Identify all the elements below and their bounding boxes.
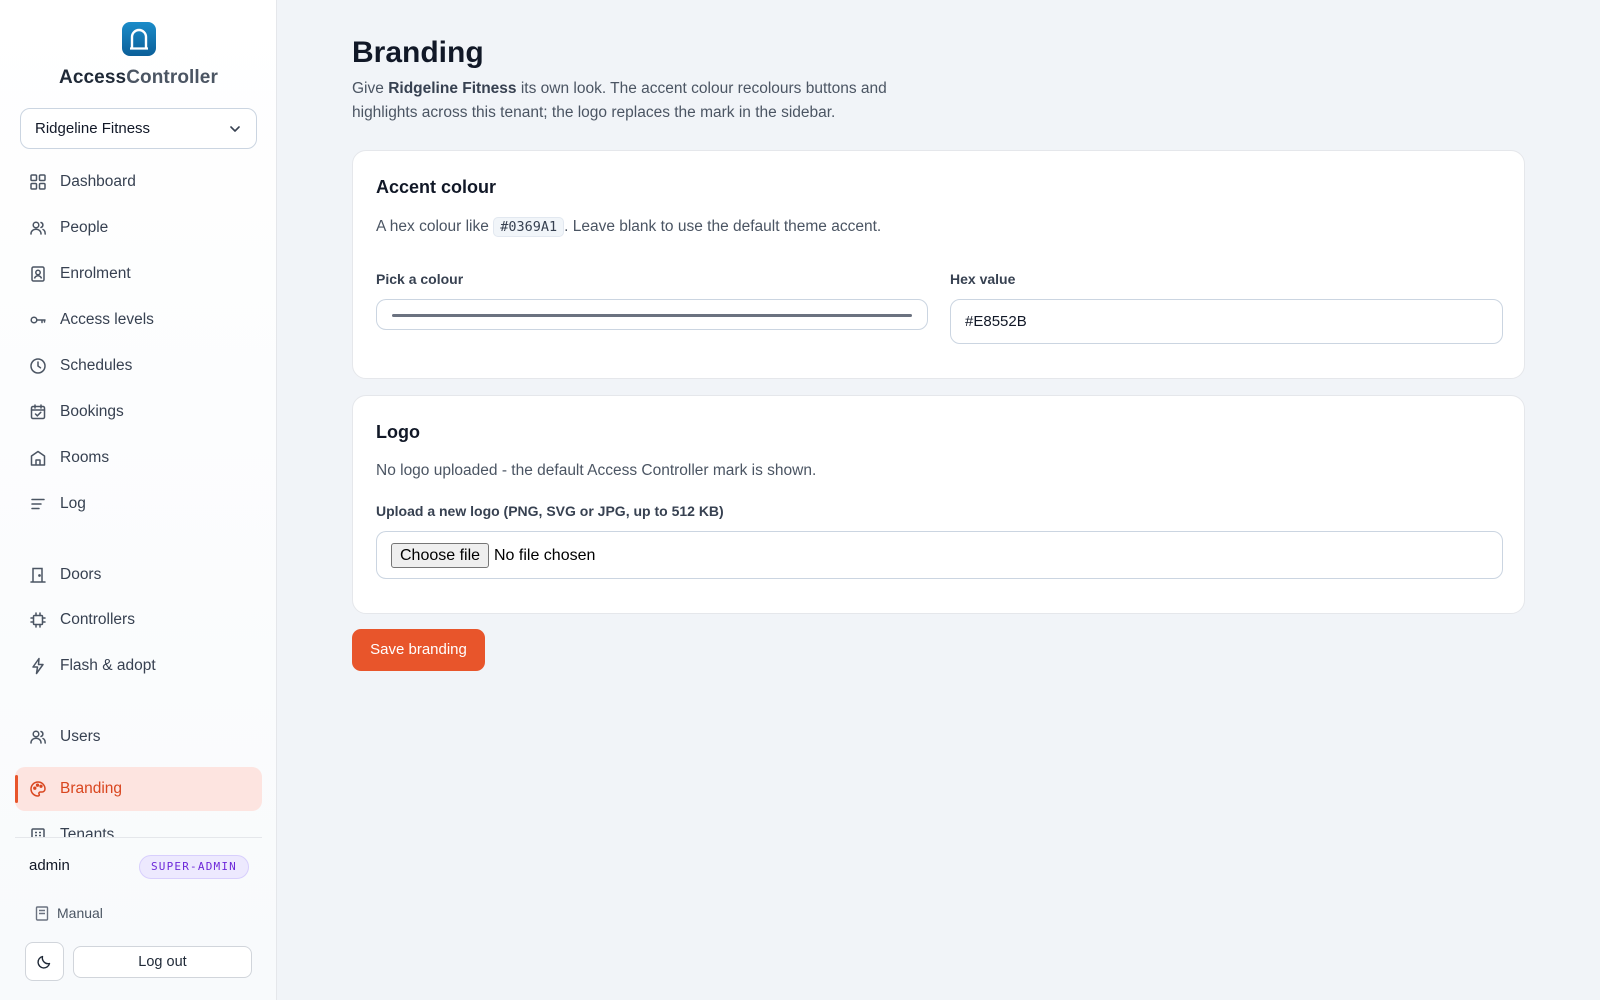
calendar-check-icon (30, 404, 46, 420)
sidebar-item-branding[interactable]: Branding (15, 767, 262, 811)
sidebar-item-schedules[interactable]: Schedules (15, 344, 262, 388)
manual-label: Manual (57, 905, 103, 921)
moon-icon (37, 955, 51, 969)
sidebar-item-label: Users (60, 728, 101, 745)
sidebar-item-label: Dashboard (60, 173, 136, 190)
page-desc-tenant: Ridgeline Fitness (388, 80, 517, 97)
accent-desc-prefix: A hex colour like (376, 218, 494, 235)
sidebar-item-users[interactable]: Users (15, 715, 262, 759)
sidebar-item-enrolment[interactable]: Enrolment (15, 252, 262, 296)
manual-link[interactable]: Manual (35, 905, 103, 921)
page-title: Branding (352, 36, 484, 69)
sidebar-item-label: Log (60, 495, 86, 512)
sidebar-item-label: Access levels (60, 311, 154, 328)
logo-card-description: No logo uploaded - the default Access Co… (376, 462, 817, 479)
sidebar-item-label: Branding (60, 780, 123, 797)
save-branding-button[interactable]: Save branding (352, 629, 485, 671)
book-icon (35, 905, 49, 921)
colour-swatch (392, 314, 912, 317)
hex-value-input[interactable] (950, 299, 1503, 344)
accent-card-description: A hex colour like #0369A1. Leave blank t… (376, 217, 881, 237)
pick-colour-label: Pick a colour (376, 271, 464, 287)
sidebar-item-label: Flash & adopt (60, 657, 156, 674)
colour-picker[interactable] (376, 299, 928, 330)
sidebar-item-label: Schedules (60, 357, 133, 374)
theme-toggle-button[interactable] (25, 942, 64, 981)
accent-colour-card: Accent colour A hex colour like #0369A1.… (352, 150, 1525, 379)
page-desc-prefix: Give (352, 80, 389, 97)
sidebar-item-label: People (60, 219, 109, 236)
hex-example-code: #0369A1 (493, 217, 565, 237)
accent-desc-suffix: . Leave blank to use the default theme a… (564, 218, 882, 235)
sidebar-item-doors[interactable]: Doors (15, 553, 262, 597)
upload-logo-label: Upload a new logo (PNG, SVG or JPG, up t… (376, 503, 724, 519)
sidebar-item-flash-adopt[interactable]: Flash & adopt (15, 644, 262, 688)
logo-card-title: Logo (376, 422, 420, 442)
sidebar-item-access-levels[interactable]: Access levels (15, 298, 262, 342)
current-user: admin SUPER-ADMIN (29, 855, 249, 879)
key-icon (30, 316, 46, 324)
palette-icon (30, 781, 46, 797)
sidebar-item-rooms[interactable]: Rooms (15, 436, 262, 480)
choose-file-button[interactable]: Choose file (391, 543, 490, 568)
sidebar-divider (15, 837, 262, 838)
sidebar-item-label: Enrolment (60, 265, 131, 282)
sidebar-nav-scroll: Dashboard People Enrolment Access levels… (0, 0, 277, 838)
grid-icon (30, 174, 46, 190)
sidebar-item-dashboard[interactable]: Dashboard (15, 160, 262, 204)
sidebar-item-bookings[interactable]: Bookings (15, 390, 262, 434)
chip-icon (30, 612, 46, 628)
room-icon (30, 450, 46, 466)
list-icon (31, 498, 45, 510)
sidebar-item-label: Controllers (60, 611, 135, 628)
sidebar-item-label: Bookings (60, 403, 124, 420)
door-icon (30, 567, 46, 583)
sidebar-item-log[interactable]: Log (15, 482, 262, 526)
user-name: admin (29, 857, 70, 874)
clock-icon (30, 358, 46, 374)
sidebar-item-tenants[interactable]: Tenants (15, 813, 262, 838)
sidebar-item-people[interactable]: People (15, 206, 262, 250)
sidebar-item-controllers[interactable]: Controllers (15, 598, 262, 642)
role-badge: SUPER-ADMIN (138, 855, 249, 879)
page-description: Give Ridgeline Fitness its own look. The… (352, 77, 892, 125)
accent-card-title: Accent colour (376, 177, 497, 197)
hex-value-label: Hex value (950, 271, 1016, 287)
sidebar-item-label: Rooms (60, 449, 110, 466)
logout-button[interactable]: Log out (73, 946, 252, 978)
people-icon (30, 221, 46, 235)
logo-card: Logo No logo uploaded - the default Acce… (352, 395, 1525, 614)
file-status: No file chosen (494, 547, 596, 564)
sidebar: AccessController Ridgeline Fitness Dashb… (0, 0, 277, 1000)
logo-file-input[interactable]: Choose file No file chosen (376, 531, 1503, 579)
users-icon (30, 730, 46, 744)
badge-icon (31, 266, 45, 282)
sidebar-item-label: Doors (60, 566, 102, 583)
lightning-icon (32, 657, 44, 675)
